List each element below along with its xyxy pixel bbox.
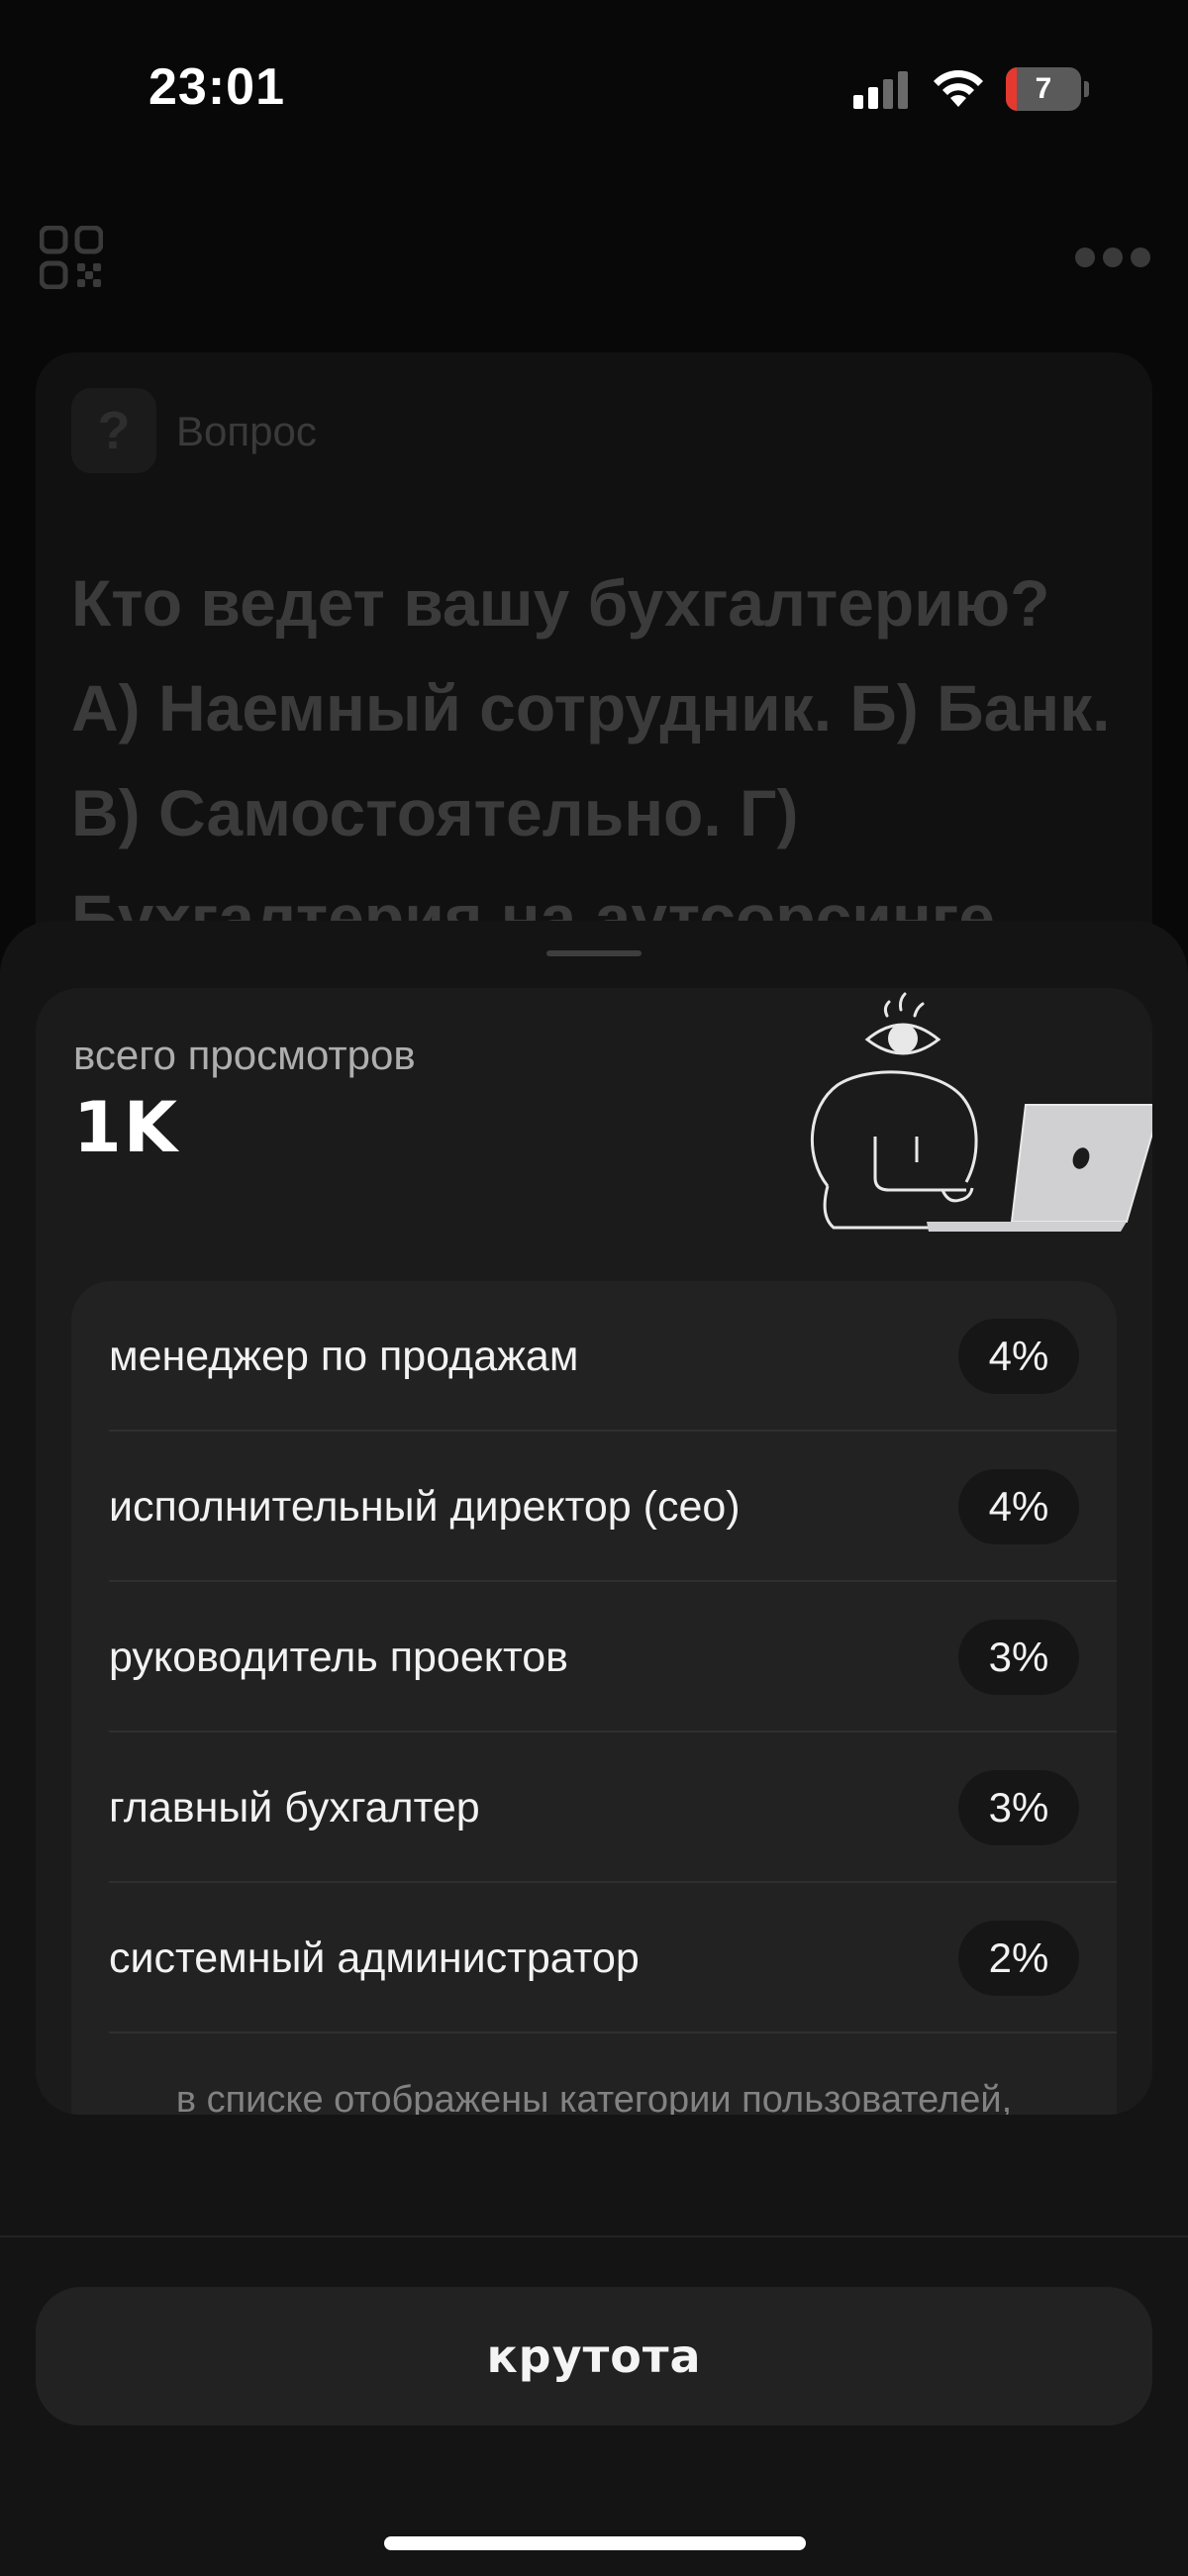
- status-bar: 23:01 7: [0, 0, 1188, 178]
- category-label: исполнительный директор (ceo): [109, 1483, 741, 1531]
- krutota-button[interactable]: крутота: [36, 2287, 1152, 2426]
- question-label: Вопрос: [176, 408, 317, 454]
- stats-bottom-sheet: всего просмотров 1K менеджер по продажам…: [0, 921, 1188, 2576]
- category-row: руководитель проектов 3%: [71, 1582, 1117, 1733]
- category-row: менеджер по продажам 4%: [71, 1281, 1117, 1432]
- row-divider: [109, 2031, 1117, 2033]
- wifi-icon: [934, 70, 983, 107]
- footer-divider: [0, 2235, 1188, 2237]
- category-percent: 2%: [958, 1921, 1079, 1996]
- sheet-grabber[interactable]: [546, 950, 642, 956]
- category-label: системный администратор: [109, 1934, 640, 1982]
- views-label: всего просмотров: [73, 1032, 416, 1078]
- category-row: главный бухгалтер 3%: [71, 1733, 1117, 1883]
- more-dots-icon[interactable]: [1073, 246, 1152, 269]
- question-badge: ?: [71, 388, 156, 473]
- battery-level: 7: [1035, 72, 1052, 105]
- category-row: системный администратор 2%: [71, 1883, 1117, 2033]
- category-percent: 3%: [958, 1620, 1079, 1695]
- category-percent: 3%: [958, 1770, 1079, 1845]
- person-with-laptop-illustration: [810, 992, 1152, 1232]
- category-row: исполнительный директор (ceo) 4%: [71, 1432, 1117, 1582]
- qr-code-icon[interactable]: [40, 226, 103, 289]
- category-label: менеджер по продажам: [109, 1333, 579, 1380]
- battery-icon: 7: [1006, 67, 1089, 111]
- question-mark-icon: ?: [97, 401, 131, 460]
- status-time: 23:01: [148, 58, 285, 116]
- category-percent: 4%: [958, 1469, 1079, 1544]
- category-percent: 4%: [958, 1319, 1079, 1394]
- question-text: Кто ведет вашу бухгалтерию? А) Наемный с…: [71, 566, 1111, 954]
- categories-note: в списке отображены категории пользовате…: [175, 2079, 1013, 2115]
- battery-body: 7: [1006, 67, 1081, 111]
- battery-tip: [1084, 81, 1089, 97]
- category-label: руководитель проектов: [109, 1634, 569, 1681]
- views-value: 1K: [73, 1087, 179, 1168]
- category-label: главный бухгалтер: [109, 1784, 480, 1832]
- audience-categories-list: менеджер по продажам 4% исполнительный д…: [71, 1281, 1117, 2115]
- views-stats-card: всего просмотров 1K менеджер по продажам…: [36, 988, 1152, 2115]
- home-indicator[interactable]: [384, 2536, 806, 2550]
- cellular-signal-icon: [853, 71, 908, 109]
